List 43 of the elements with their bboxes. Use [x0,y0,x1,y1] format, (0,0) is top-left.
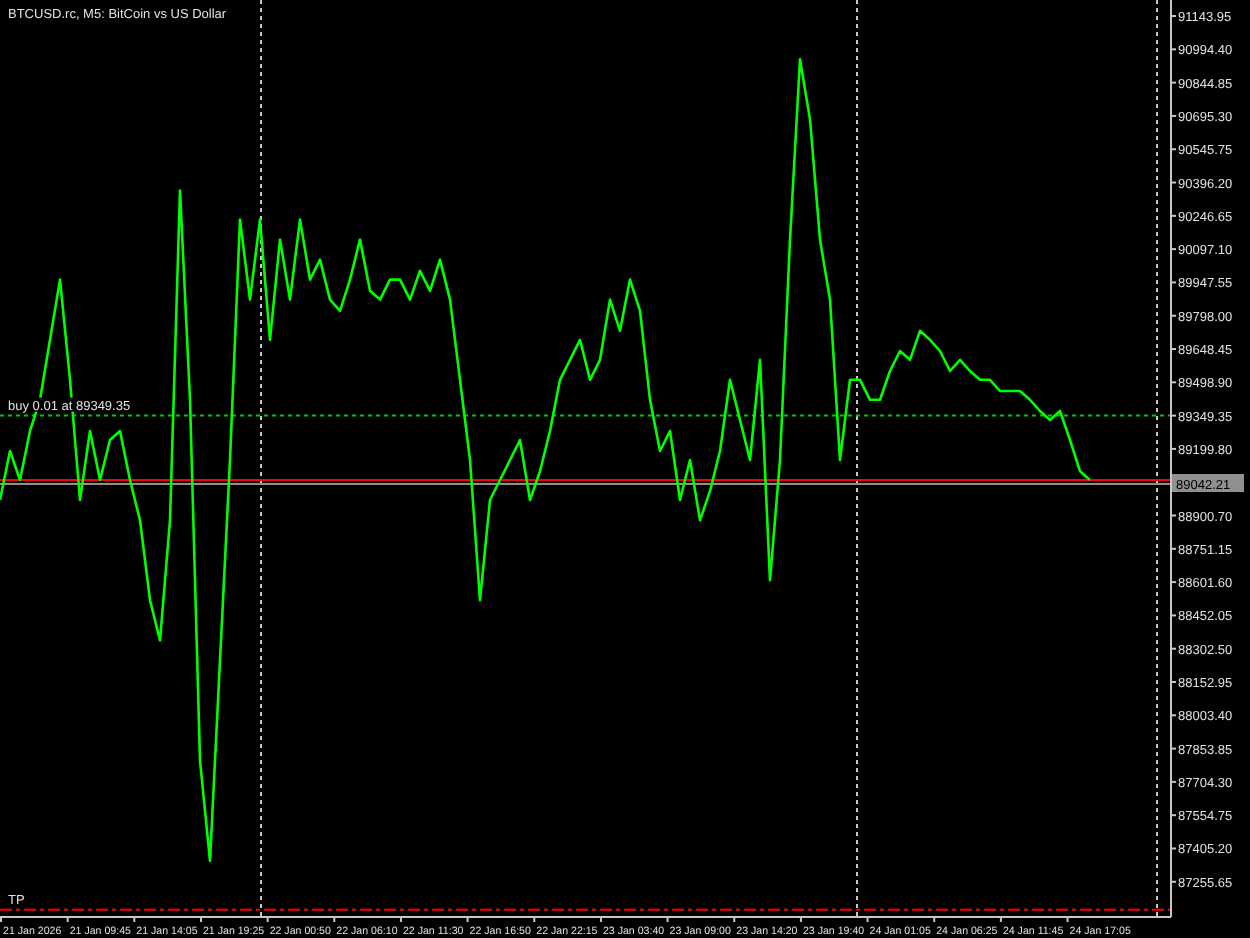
tick-mark [1169,547,1177,550]
tick-mark [1169,48,1177,51]
tick-mark [999,915,1002,923]
tick-mark [1169,714,1177,717]
tick-mark [733,915,736,923]
tick-mark [1169,647,1177,650]
tick-mark [533,915,536,923]
tick-mark [133,915,136,923]
tick-mark [1169,348,1177,350]
tick-mark [1169,681,1177,683]
tick-mark [1169,747,1177,750]
tick-mark [1169,780,1177,783]
tick-mark [1169,880,1177,883]
tick-mark [1169,114,1177,117]
tick-mark [1169,847,1177,850]
tick-mark [1169,514,1177,517]
tick-mark [866,915,869,923]
tick-mark [1169,15,1177,18]
tick-mark [466,915,469,923]
tick-mark [333,915,336,923]
tick-mark [1169,248,1177,251]
tick-mark [1169,414,1177,417]
tick-mark [1169,81,1177,84]
tick-mark [0,915,2,923]
tick-mark [1169,381,1177,384]
tick-mark [1169,181,1177,184]
tick-mark [1066,915,1069,923]
tick-mark [1169,614,1177,617]
tick-mark [799,915,802,923]
tick-mark [200,915,202,923]
tick-mark [1169,148,1177,151]
tick-mark [933,915,936,923]
tick-mark [1169,214,1177,217]
tick-mark [1169,814,1177,817]
tick-mark [66,915,69,923]
tick-mark [1169,281,1177,284]
tick-mark [266,915,269,923]
tick-mark [1169,314,1177,317]
tick-mark [399,915,402,923]
tick-mark [599,915,602,923]
tick-mark [1169,581,1177,584]
tick-mark [666,915,669,923]
tick-mark [1169,447,1177,450]
